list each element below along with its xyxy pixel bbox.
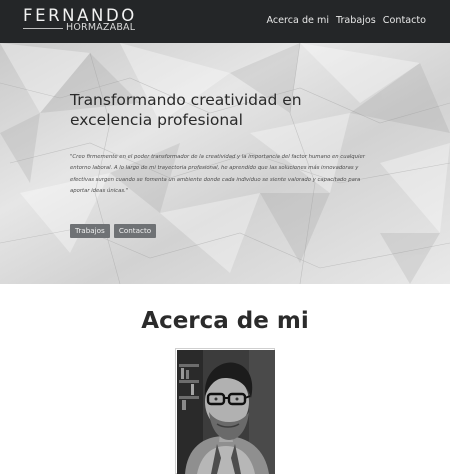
portrait-photo [177, 350, 275, 474]
hero-buttons: Trabajos Contacto [70, 224, 157, 238]
hero-section: Transformando creatividad en excelencia … [0, 43, 450, 284]
hero-quote: "Creo firmemente en el poder transformad… [70, 154, 365, 195]
nav-link-about[interactable]: Acerca de mi [266, 14, 329, 28]
brand-divider-line [23, 28, 63, 29]
top-navbar: FERNANDO HORMAZABAL Acerca de mi Trabajo… [0, 0, 450, 43]
nav-link-works[interactable]: Trabajos [336, 14, 376, 28]
about-heading: Acerca de mi [141, 308, 309, 334]
nav-link-contact[interactable]: Contacto [383, 14, 426, 28]
hero-title: Transformando creatividad en excelencia … [70, 91, 302, 129]
hero-contact-button[interactable]: Contacto [113, 224, 157, 238]
nav-links: Acerca de mi Trabajos Contacto [266, 14, 426, 28]
portrait-frame [175, 348, 275, 474]
hero-works-button[interactable]: Trabajos [70, 224, 110, 238]
brand-last-name[interactable]: HORMAZABAL [66, 22, 135, 33]
